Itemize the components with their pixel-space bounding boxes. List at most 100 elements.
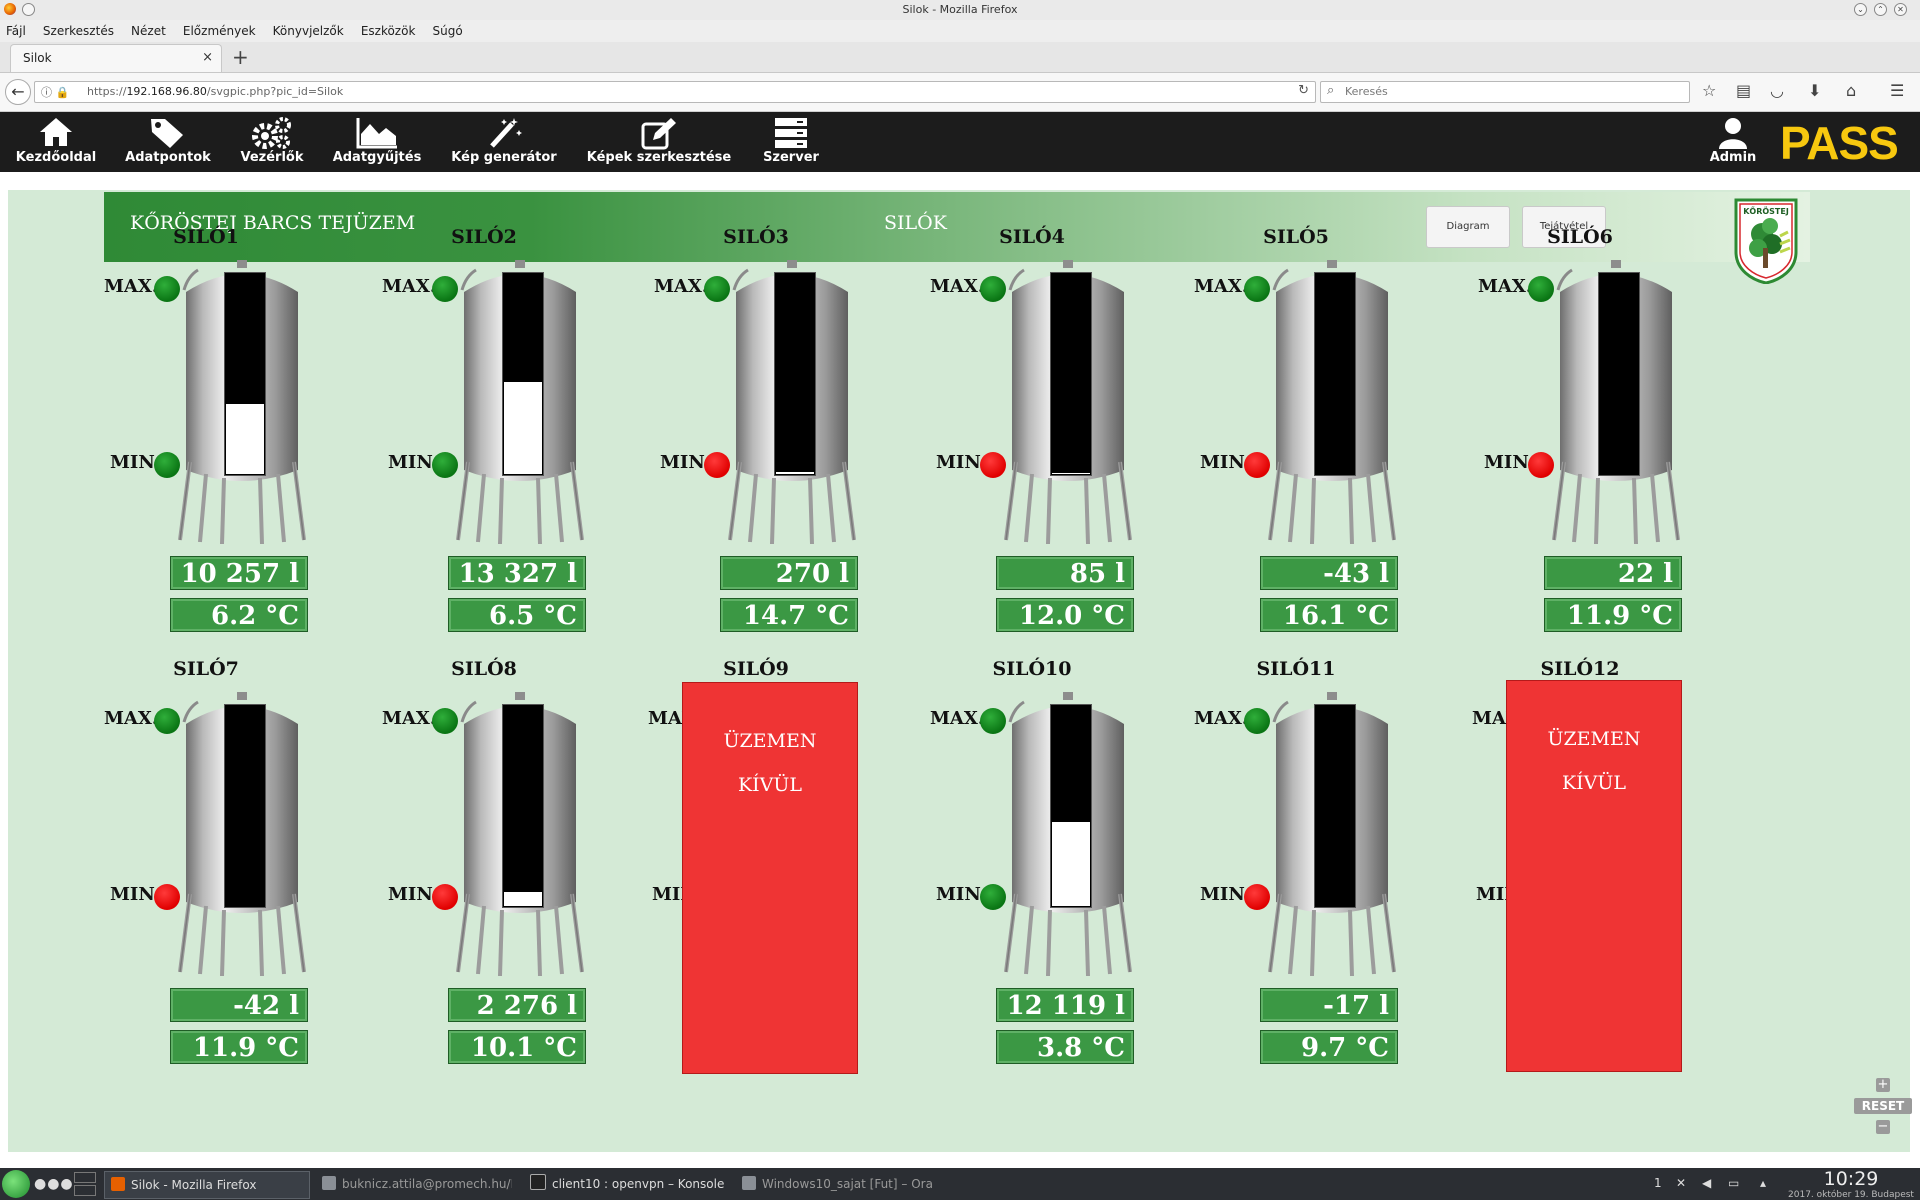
- task-virtualbox[interactable]: Windows10_sajat [Fut] – Oracle: [736, 1171, 932, 1197]
- new-tab-icon[interactable]: +: [232, 45, 249, 69]
- network-tray-icon[interactable]: ✕: [1676, 1176, 1686, 1190]
- window-titlebar: Silok - Mozilla Firefox ⌄ ⌃ ✕: [0, 0, 1920, 21]
- nav-adatgyujtes[interactable]: Adatgyűjtés: [332, 116, 422, 172]
- min-label: MIN.: [1484, 452, 1534, 473]
- search-field[interactable]: ⌕ Keresés: [1320, 81, 1690, 103]
- out-of-service-line1: ÜZEMEN: [723, 730, 817, 752]
- max-label: MAX.: [104, 276, 159, 297]
- workspace-switcher[interactable]: [74, 1172, 96, 1196]
- silo-name: SILÓ2: [451, 226, 517, 248]
- volume-value: 22 l: [1544, 556, 1682, 590]
- nav-kepek-szerkesztese[interactable]: Képek szerkesztése: [584, 116, 734, 172]
- temperature-value: 12.0 °C: [996, 598, 1134, 632]
- task-konsole[interactable]: client10 : openvpn – Konsole: [524, 1171, 724, 1197]
- menu-bookmarks[interactable]: Könyvjelzők: [267, 20, 350, 38]
- pass-logo: PASS: [1780, 116, 1914, 170]
- silo-card: SILÓ8 MAX. MIN. 2 276 l 10.1 °C: [382, 658, 586, 1078]
- menu-file[interactable]: Fájl: [0, 20, 32, 38]
- more-apps-icon[interactable]: ●●●: [34, 1176, 74, 1192]
- task-firefox[interactable]: Silok - Mozilla Firefox: [104, 1171, 310, 1199]
- temperature-value: 10.1 °C: [448, 1030, 586, 1064]
- zoom-in-icon[interactable]: +: [1876, 1078, 1890, 1092]
- fill-level-bar: [226, 404, 264, 474]
- tab-strip: Silok × +: [0, 42, 1920, 73]
- reload-icon[interactable]: ↻: [1298, 83, 1309, 98]
- silo-card: SILÓ3 MAX. MIN. 270 l 14.7 °C: [654, 226, 858, 646]
- back-arrow-icon[interactable]: ←: [5, 79, 31, 105]
- magic-wand-icon: [450, 116, 558, 150]
- hamburger-menu-icon[interactable]: ☰: [1890, 81, 1904, 100]
- nav-admin[interactable]: Admin: [1700, 116, 1766, 172]
- menu-view[interactable]: Nézet: [125, 20, 172, 38]
- url-bar[interactable]: ⓘ 🔒 https://192.168.96.80/svgpic.php?pic…: [34, 81, 1316, 103]
- max-label: MAX.: [930, 276, 985, 297]
- search-icon: ⌕: [1327, 83, 1335, 98]
- zoom-controls: + RESET −: [1852, 1078, 1914, 1134]
- reading-list-icon[interactable]: ▤: [1736, 81, 1751, 100]
- menu-history[interactable]: Előzmények: [177, 20, 262, 38]
- nav-kep-generator[interactable]: Kép generátor: [450, 116, 558, 172]
- silo-name: SILÓ6: [1547, 226, 1613, 248]
- silo-card: SILÓ6 MAX. MIN. 22 l 11.9 °C: [1478, 226, 1682, 646]
- max-label: MAX.: [1478, 276, 1533, 297]
- zoom-out-icon[interactable]: −: [1876, 1120, 1890, 1134]
- window-maximize-button[interactable]: ⌃: [1874, 3, 1887, 16]
- silo-card: SILÓ9 MAX. MIN. ÜZEMEN KÍVÜL: [648, 658, 858, 1078]
- tab-close-icon[interactable]: ×: [202, 50, 213, 65]
- silo-card: SILÓ4 MAX. MIN. 85 l 12.0 °C: [930, 226, 1134, 646]
- fill-level-gauge: [224, 272, 266, 476]
- korostej-logo: KŐRÖSTEJ: [1734, 198, 1798, 284]
- fill-level-bar: [504, 382, 542, 474]
- silo-name: SILÓ11: [1256, 658, 1336, 680]
- fill-level-gauge: [1050, 704, 1092, 908]
- taskbar: ●●● Silok - Mozilla Firefox buknicz.atti…: [0, 1168, 1920, 1200]
- volume-value: 270 l: [720, 556, 858, 590]
- area-chart-icon: [332, 116, 422, 150]
- nav-kezdooldal[interactable]: Kezdőoldal: [10, 116, 102, 172]
- min-label: MIN.: [110, 884, 160, 905]
- menu-tools[interactable]: Eszközök: [355, 20, 422, 38]
- fill-level-bar: [504, 892, 542, 906]
- menu-help[interactable]: Súgó: [427, 20, 469, 38]
- terminal-task-icon: [530, 1174, 546, 1190]
- min-label: MIN.: [1200, 884, 1250, 905]
- site-info-icon[interactable]: ⓘ 🔒: [41, 84, 69, 100]
- window-minimize-button[interactable]: ⌄: [1854, 3, 1867, 16]
- task-mail[interactable]: buknicz.attila@promech.hu/Be: [316, 1171, 512, 1197]
- fill-level-bar: [1052, 473, 1090, 474]
- min-label: MIN.: [936, 884, 986, 905]
- menu-edit[interactable]: Szerkesztés: [37, 20, 120, 38]
- zoom-reset-button[interactable]: RESET: [1854, 1098, 1912, 1114]
- silo-page: KŐRÖSTEJ BARCS TEJÜZEM SILÓK Diagram Tej…: [8, 190, 1912, 1152]
- window-title: Silok - Mozilla Firefox: [902, 3, 1018, 16]
- home-toolbar-icon[interactable]: ⌂: [1846, 81, 1856, 100]
- fill-level-gauge: [774, 272, 816, 476]
- out-of-service-line1: ÜZEMEN: [1547, 728, 1641, 750]
- silo-card: SILÓ1 MAX. MIN. 10 257 l 6.2 °C: [104, 226, 308, 646]
- nav-vezerlok[interactable]: Vezérlők: [236, 116, 308, 172]
- temperature-value: 9.7 °C: [1260, 1030, 1398, 1064]
- bookmark-star-icon[interactable]: ☆: [1702, 81, 1716, 100]
- display-tray-icon[interactable]: ▭: [1728, 1176, 1739, 1190]
- user-icon: [1700, 116, 1766, 150]
- clock[interactable]: 10:29 2017. október 19. Budapest: [1786, 1168, 1916, 1200]
- tab-silok[interactable]: Silok ×: [10, 44, 222, 72]
- pocket-icon[interactable]: ◡: [1770, 81, 1784, 100]
- window-close-button[interactable]: ✕: [1894, 3, 1907, 16]
- nav-adatpontok[interactable]: Adatpontok: [122, 116, 214, 172]
- url-text: https://192.168.96.80/svgpic.php?pic_id=…: [87, 85, 344, 98]
- volume-value: -17 l: [1260, 988, 1398, 1022]
- start-menu-icon[interactable]: [2, 1170, 30, 1198]
- nav-szerver[interactable]: Szerver: [752, 116, 830, 172]
- volume-value: 2 276 l: [448, 988, 586, 1022]
- tray-desktop-number[interactable]: 1: [1654, 1176, 1662, 1190]
- volume-tray-icon[interactable]: ◀: [1702, 1176, 1711, 1190]
- max-label: MAX.: [930, 708, 985, 729]
- tray-expand-icon[interactable]: ▴: [1760, 1176, 1766, 1190]
- downloads-icon[interactable]: ⬇: [1808, 81, 1821, 100]
- min-label: MIN.: [388, 452, 438, 473]
- max-label: MAX.: [382, 276, 437, 297]
- silo-card: SILÓ2 MAX. MIN. 13 327 l 6.5 °C: [382, 226, 586, 646]
- max-label: MAX.: [1194, 276, 1249, 297]
- fill-level-bar: [1052, 822, 1090, 906]
